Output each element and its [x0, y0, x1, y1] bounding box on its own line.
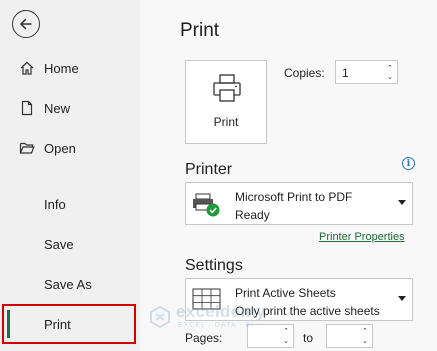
settings-heading: Settings	[185, 257, 243, 274]
nav-print-label: Print	[44, 316, 71, 332]
spin-up-icon[interactable]: ⌃	[386, 64, 394, 72]
printer-ready-icon	[191, 190, 221, 223]
spin-up-icon[interactable]: ⌃	[361, 327, 369, 335]
info-icon[interactable]: i	[402, 157, 415, 170]
spin-down-icon[interactable]: ⌄	[282, 337, 290, 345]
nav-info[interactable]: Info	[0, 189, 140, 219]
nav-print[interactable]: Print	[2, 304, 136, 344]
spin-up-icon[interactable]: ⌃	[282, 327, 290, 335]
backstage-sidebar: Home New Open Info Save Save As Print	[0, 0, 140, 351]
copies-stepper[interactable]: 1 ⌃ ⌄	[335, 60, 398, 84]
home-icon	[18, 59, 36, 77]
spin-down-icon[interactable]: ⌄	[386, 73, 394, 81]
dropdown-arrow-icon	[398, 200, 406, 205]
page-title: Print	[180, 20, 220, 41]
pages-to-input[interactable]: ⌃ ⌄	[326, 324, 373, 348]
nav-open[interactable]: Open	[0, 133, 140, 163]
back-arrow-icon	[19, 18, 32, 30]
nav-save-label: Save	[44, 236, 74, 252]
copies-value: 1	[342, 66, 349, 80]
nav-open-label: Open	[44, 140, 76, 156]
nav-info-label: Info	[44, 196, 66, 212]
watermark-logo: exceldemy EXCEL · DATA · BI	[148, 300, 268, 340]
new-document-icon	[18, 99, 36, 117]
printer-heading: Printer	[185, 161, 233, 178]
selection-indicator	[7, 310, 10, 338]
nav-save-as[interactable]: Save As	[0, 269, 140, 299]
nav-home-label: Home	[44, 60, 79, 76]
printer-name: Microsoft Print to PDF	[235, 190, 353, 204]
nav-new[interactable]: New	[0, 93, 140, 123]
to-label: to	[303, 331, 314, 345]
nav-save-as-label: Save As	[44, 276, 92, 292]
spin-down-icon[interactable]: ⌄	[361, 337, 369, 345]
dropdown-arrow-icon	[398, 296, 406, 301]
print-button-label: Print	[213, 115, 239, 129]
settings-title: Print Active Sheets	[235, 286, 336, 300]
nav-new-label: New	[44, 100, 71, 116]
print-button[interactable]: Print	[185, 60, 267, 144]
watermark-tagline: EXCEL · DATA · BI	[178, 322, 254, 329]
print-panel: Print Print Copies: 1 ⌃ ⌄ Printer i Micr…	[140, 0, 437, 351]
printer-properties-link[interactable]: Printer Properties	[319, 231, 405, 243]
printer-status: Ready	[235, 208, 270, 222]
nav-save[interactable]: Save	[0, 229, 140, 259]
watermark-name: exceldemy	[176, 302, 266, 321]
copies-label: Copies:	[284, 66, 325, 80]
back-button[interactable]	[12, 10, 40, 38]
folder-open-icon	[18, 139, 36, 157]
printer-dropdown[interactable]: Microsoft Print to PDF Ready	[185, 182, 413, 225]
watermark-icon	[150, 305, 170, 329]
nav-home[interactable]: Home	[0, 53, 140, 83]
printer-icon	[211, 73, 243, 108]
